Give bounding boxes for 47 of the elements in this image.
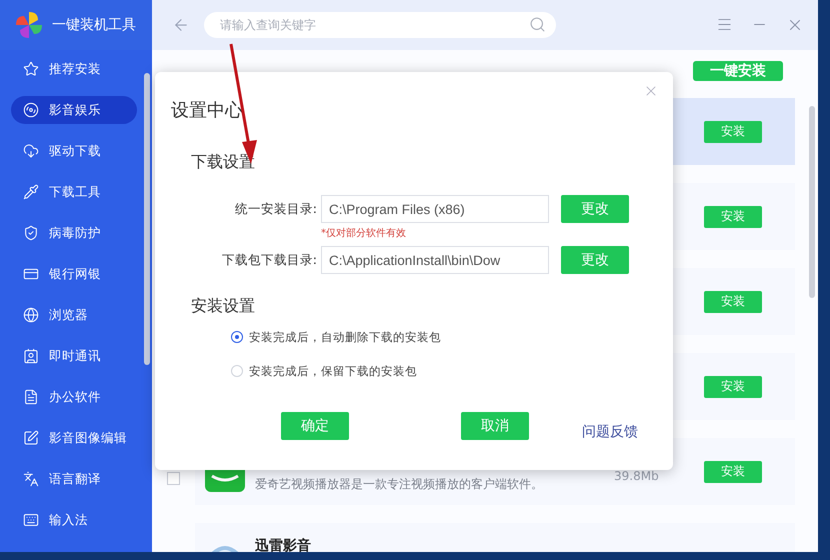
sidebar-item[interactable]: 语言翻译 xyxy=(11,465,137,493)
search-icon[interactable] xyxy=(529,16,546,33)
app-title: 迅雷影音 xyxy=(255,537,312,552)
disc-icon xyxy=(23,102,39,118)
sidebar-item[interactable]: 驱动下载 xyxy=(11,137,137,165)
document-icon xyxy=(23,389,39,405)
card-icon xyxy=(23,266,39,282)
field-label: 下载包下载目录: xyxy=(220,252,318,268)
globe-icon xyxy=(23,307,39,323)
star-icon xyxy=(23,61,39,77)
scrollbar[interactable] xyxy=(144,73,150,365)
option-label: 安装完成后，自动删除下载的安装包 xyxy=(249,330,441,344)
app-title: 一键装机工具 xyxy=(52,16,136,34)
app-size: 39.8Mb xyxy=(614,469,660,483)
sidebar-item[interactable]: 浏览器 xyxy=(11,301,137,329)
section-heading: 安装设置 xyxy=(191,296,256,317)
sidebar-item[interactable]: 病毒防护 xyxy=(11,219,137,247)
dialog-title: 设置中心 xyxy=(171,99,244,122)
cloud-download-icon xyxy=(23,143,39,159)
sidebar-item[interactable]: 下载工具 xyxy=(11,178,137,206)
keyboard-icon xyxy=(23,512,39,528)
sidebar-item[interactable]: 办公软件 xyxy=(11,383,137,411)
sidebar-item[interactable]: 影音娱乐 xyxy=(11,96,137,124)
field-note: *仅对部分软件有效 xyxy=(321,226,407,240)
path-field[interactable]: C:\Program Files (x86) xyxy=(321,195,549,223)
app-card[interactable]: 迅雷影音 xyxy=(195,523,795,552)
sidebar-item[interactable]: 即时通讯 xyxy=(11,342,137,370)
app-description: 爱奇艺视频播放器是一款专注视频播放的客户端软件。 xyxy=(255,476,544,493)
sidebar-item[interactable]: 输入法 xyxy=(11,506,137,534)
shield-icon xyxy=(23,225,39,241)
sidebar-item[interactable]: 影音图像编辑 xyxy=(11,424,137,452)
sidebar-item[interactable]: 推荐安装 xyxy=(11,55,137,83)
contact-icon xyxy=(23,348,39,364)
path-field[interactable]: C:\ApplicationInstall\bin\Dow xyxy=(321,246,549,274)
field-label: 统一安装目录: xyxy=(234,200,318,218)
checkbox[interactable] xyxy=(167,472,180,485)
pinwheel-logo-icon xyxy=(14,10,44,40)
feedback-link[interactable]: 问题反馈 xyxy=(582,423,638,441)
radio-button[interactable] xyxy=(231,331,243,343)
option-label: 安装完成后，保留下载的安装包 xyxy=(249,364,417,378)
search-field[interactable]: 请输入查询关键字 xyxy=(204,12,556,38)
menu-icon[interactable] xyxy=(716,16,733,33)
scrollbar[interactable] xyxy=(809,106,815,298)
pipette-icon xyxy=(23,184,39,200)
sidebar-item[interactable]: 银行网银 xyxy=(11,260,137,288)
translate-icon xyxy=(23,471,39,487)
edit-icon xyxy=(23,430,39,446)
